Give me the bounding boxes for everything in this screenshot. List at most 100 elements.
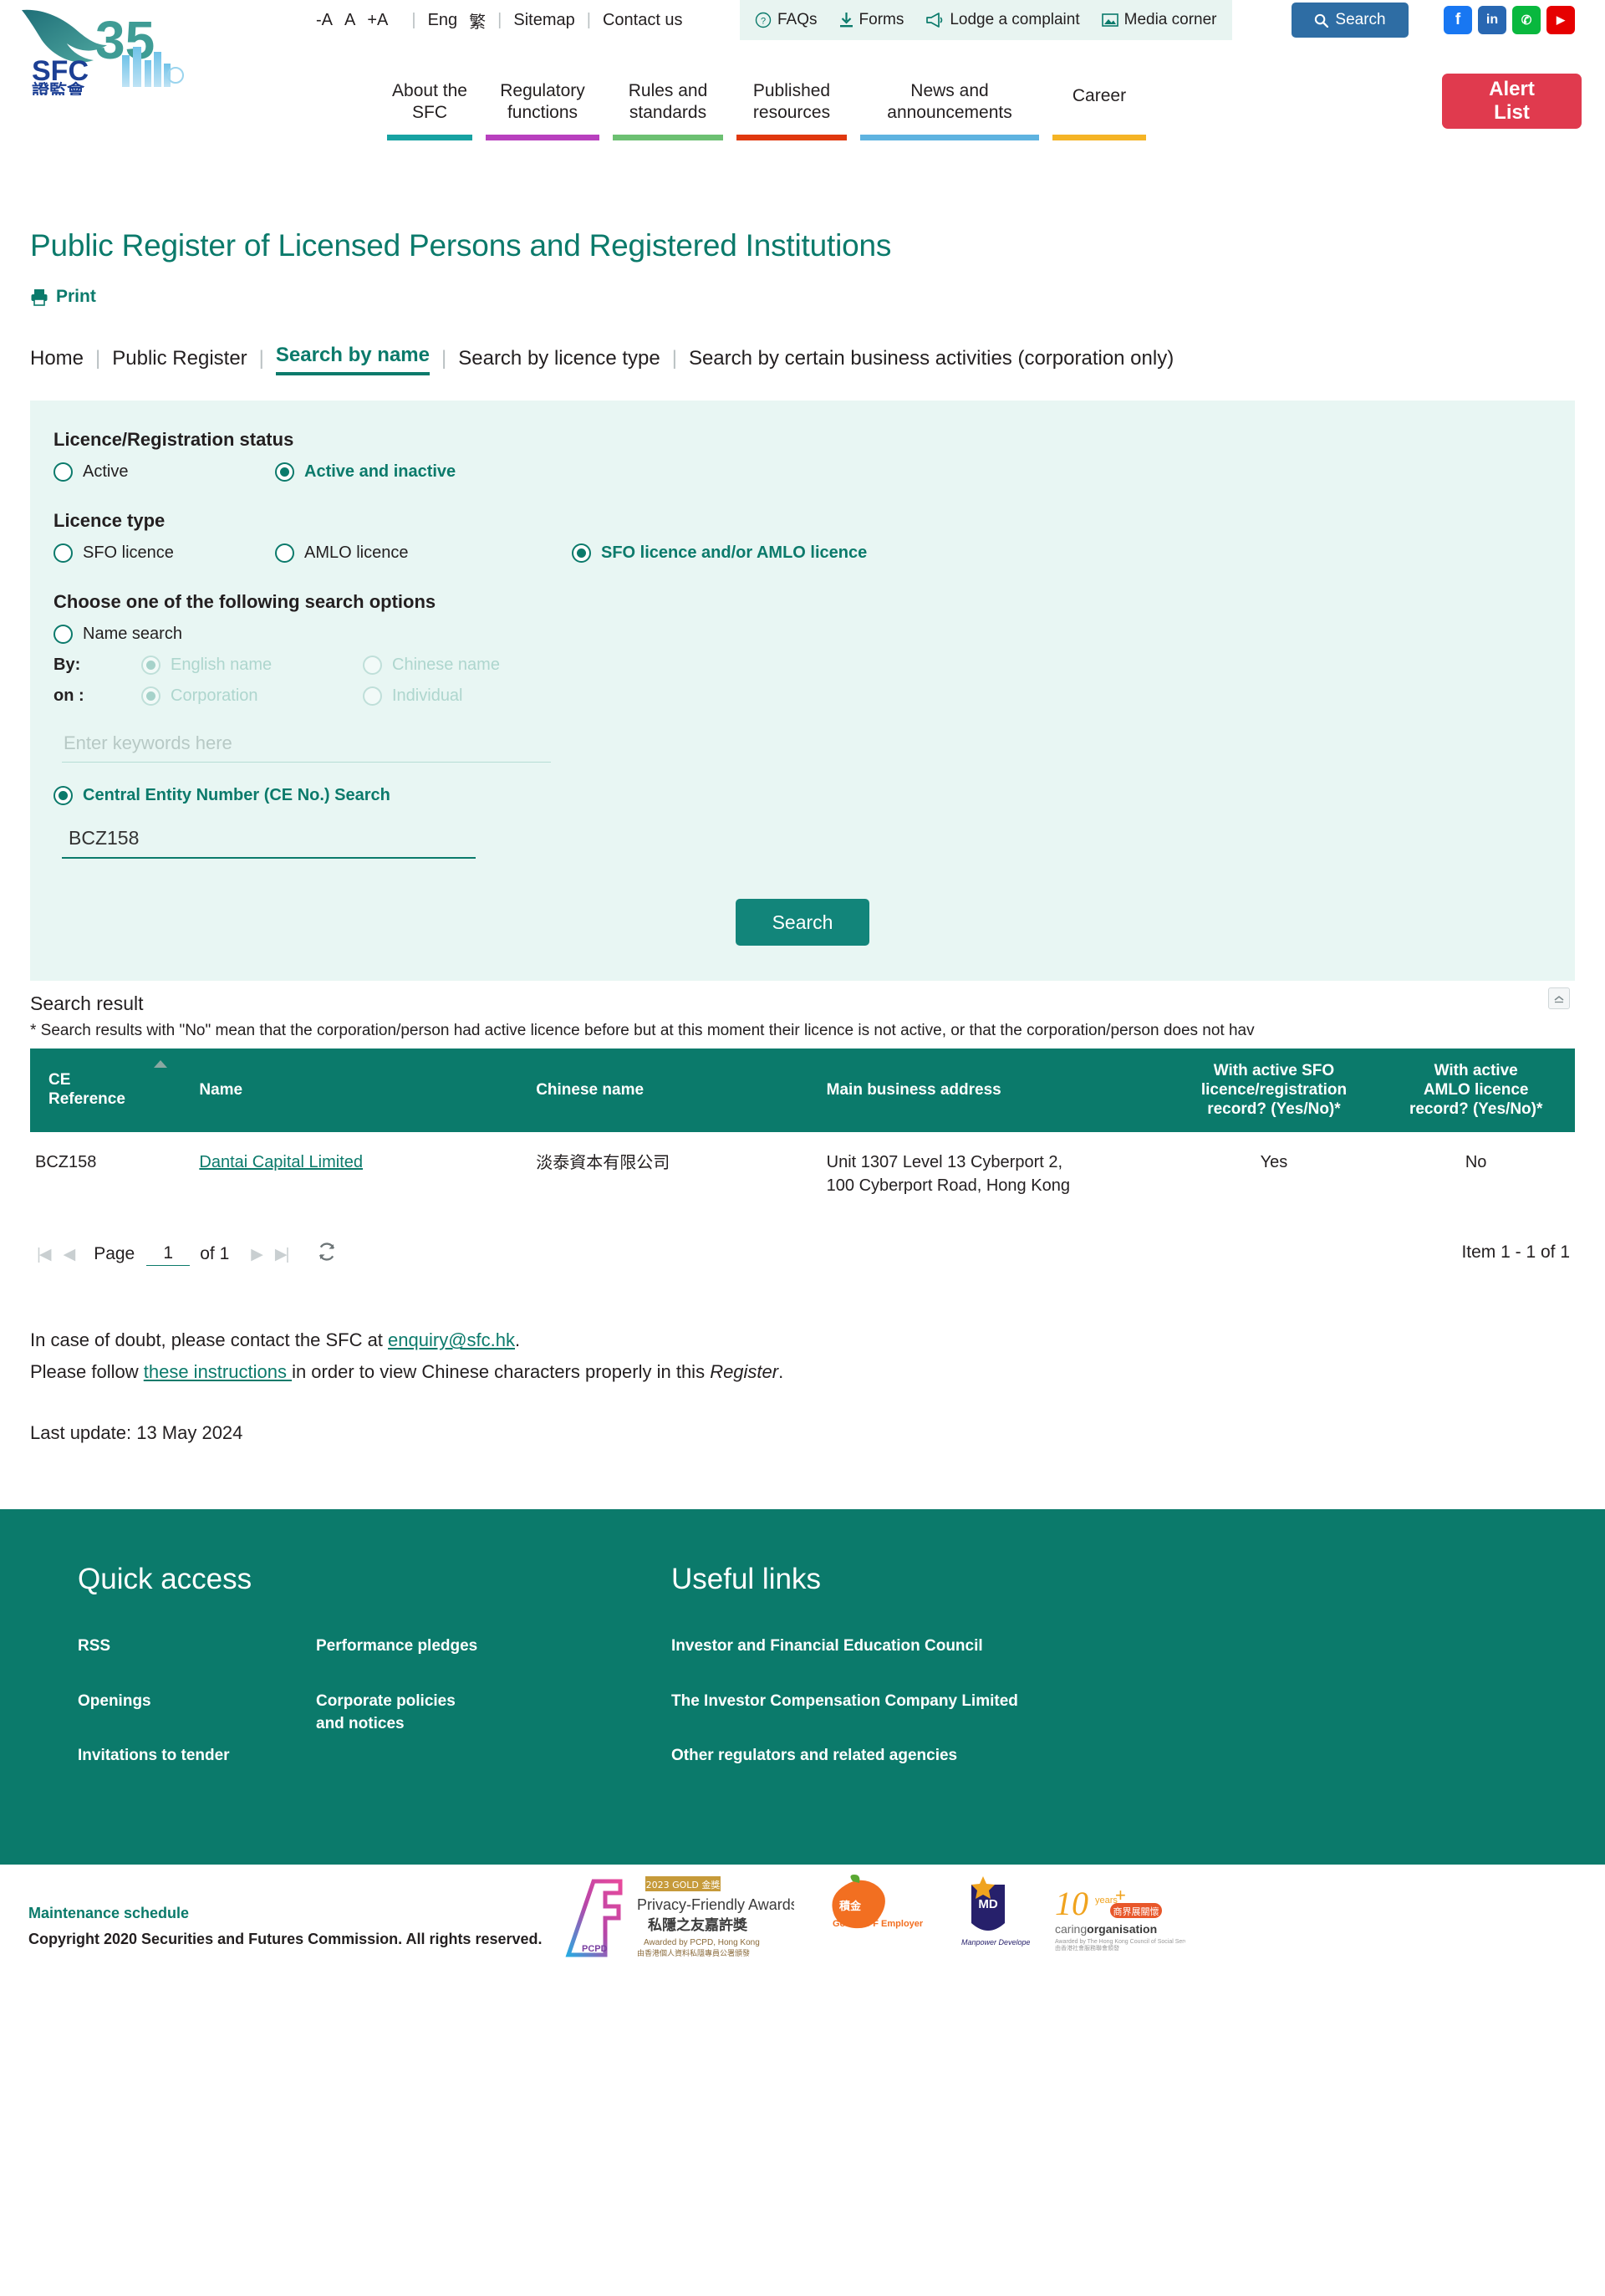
cell-name: Dantai Capital Limited: [194, 1132, 531, 1216]
caring-organisation-logo: 10 years + 商界展關懷 caringorganisation Awar…: [1052, 1875, 1195, 1958]
header-line3: record? (Yes/No)*: [1207, 1100, 1341, 1118]
lang-english[interactable]: Eng: [428, 11, 458, 30]
column-header-ce-reference[interactable]: CE Reference: [30, 1049, 195, 1133]
print-button[interactable]: Print: [30, 287, 96, 307]
search-options-heading: Choose one of the following search optio…: [54, 591, 436, 612]
column-header-name[interactable]: Name: [194, 1049, 532, 1133]
footer-link-other-regulators[interactable]: Other regulators and related agencies: [671, 1744, 1031, 1768]
award-logos: PCPD 2023 GOLD 金獎 Privacy-Friendly Award…: [543, 1874, 1195, 1971]
search-submit-button[interactable]: Search: [736, 899, 869, 946]
maintenance-schedule-link[interactable]: Maintenance schedule: [28, 1905, 189, 1921]
header-line1: With active SFO: [1213, 1062, 1335, 1079]
instructions-line: Please follow these instructions in orde…: [30, 1356, 1575, 1387]
faqs-link[interactable]: ? FAQs: [755, 11, 818, 29]
forms-link[interactable]: Forms: [839, 11, 904, 29]
useful-links-column: Investor and Financial Education Council…: [671, 1635, 1031, 1768]
results-table-head: CE Reference Name Chinese name Main busi…: [30, 1049, 1575, 1133]
page-number-input[interactable]: [146, 1242, 191, 1267]
column-header-chinese-name[interactable]: Chinese name: [531, 1049, 822, 1133]
first-page-button[interactable]: |◀: [30, 1245, 57, 1264]
header-line1: With active: [1434, 1062, 1518, 1079]
name-search-group: Name search: [54, 625, 1552, 644]
enquiry-email-link[interactable]: enquiry@sfc.hk: [388, 1329, 515, 1350]
footer-link-rss[interactable]: RSS: [78, 1635, 316, 1658]
contact-us-link[interactable]: Contact us: [603, 11, 683, 30]
image-icon: [1101, 12, 1118, 28]
radio-type-sfo-and-or-amlo[interactable]: SFO licence and/or AMLO licence: [572, 543, 867, 563]
font-size-small[interactable]: -A: [316, 11, 333, 30]
svg-text:Awarded by PCPD, Hong Kong: Awarded by PCPD, Hong Kong: [644, 1938, 760, 1947]
next-page-button[interactable]: ▶: [244, 1245, 268, 1264]
header-line3: record? (Yes/No)*: [1409, 1100, 1543, 1118]
name-search-by-row: By: English name Chinese name: [54, 656, 1552, 675]
radio-type-sfo[interactable]: SFO licence: [54, 543, 275, 563]
radio-status-active[interactable]: Active: [54, 462, 275, 482]
previous-page-button[interactable]: ◀: [57, 1245, 81, 1264]
header-search-button[interactable]: Search: [1292, 3, 1409, 38]
table-row: BCZ158 Dantai Capital Limited 淡泰資本有限公司 U…: [30, 1132, 1575, 1216]
page-root: SFC 證監會 35 -A A +A | Eng 繁 | Sitemap | C…: [0, 0, 1605, 2007]
radio-on-individual[interactable]: Individual: [363, 686, 463, 706]
lodge-complaint-link[interactable]: Lodge a complaint: [925, 11, 1080, 29]
font-size-large[interactable]: +A: [367, 11, 388, 30]
item-count-label: Item 1 - 1 of 1: [1461, 1242, 1570, 1263]
radio-ce-number-search[interactable]: Central Entity Number (CE No.) Search: [54, 786, 390, 805]
utility-links: -A A +A | Eng 繁 | Sitemap | Contact us: [316, 0, 683, 40]
last-page-button[interactable]: ▶|: [268, 1245, 295, 1264]
tab-search-by-business-activities[interactable]: Search by certain business activities (c…: [689, 347, 1174, 375]
instr-text-pre: Please follow: [30, 1360, 144, 1382]
column-header-main-business-address[interactable]: Main business address: [821, 1049, 1171, 1133]
doubt-period: .: [515, 1329, 521, 1351]
on-label: on :: [54, 686, 84, 705]
footer-link-corporate-policies-and-notices[interactable]: Corporate policies and notices: [316, 1690, 471, 1736]
radio-label: SFO licence: [83, 543, 174, 562]
faqs-label: FAQs: [777, 11, 818, 28]
header-line2: licence/registration: [1200, 1080, 1348, 1099]
tab-search-by-licence-type[interactable]: Search by licence type: [458, 347, 660, 375]
column-header-active-amlo-record[interactable]: With active AMLO licence record? (Yes/No…: [1377, 1049, 1575, 1133]
font-size-normal[interactable]: A: [344, 11, 355, 30]
radio-dot: [54, 625, 73, 644]
radio-type-amlo[interactable]: AMLO licence: [275, 543, 572, 563]
entity-name-link[interactable]: Dantai Capital Limited: [199, 1153, 363, 1171]
svg-text:Good MPF Employer: Good MPF Employer: [833, 1919, 924, 1929]
radio-status-active-and-inactive[interactable]: Active and inactive: [275, 462, 456, 482]
footer-link-investor-compensation-company[interactable]: The Investor Compensation Company Limite…: [671, 1690, 1031, 1713]
radio-dot: [572, 543, 591, 563]
radio-dot: [141, 656, 160, 675]
ce-search-group: Central Entity Number (CE No.) Search: [54, 786, 1552, 805]
ce-number-input[interactable]: [62, 824, 476, 859]
radio-label: English name: [171, 656, 273, 674]
radio-label: Individual: [392, 686, 463, 705]
these-instructions-link[interactable]: these instructions: [144, 1361, 292, 1382]
radio-on-corporation[interactable]: Corporation: [141, 686, 363, 706]
footer-link-performance-pledges[interactable]: Performance pledges: [316, 1635, 554, 1658]
footer-link-investor-education-council[interactable]: Investor and Financial Education Council: [671, 1635, 1031, 1658]
wechat-icon[interactable]: ✆: [1512, 6, 1541, 34]
tab-search-by-name[interactable]: Search by name: [275, 344, 430, 375]
svg-text:Privacy-Friendly Awards: Privacy-Friendly Awards: [637, 1896, 794, 1913]
collapse-toggle-button[interactable]: [1548, 987, 1570, 1009]
radio-name-search[interactable]: Name search: [54, 625, 182, 644]
divider: |: [411, 10, 416, 29]
tab-public-register[interactable]: Public Register: [112, 347, 247, 375]
youtube-icon[interactable]: ▶: [1546, 6, 1575, 34]
search-result-title: Search result: [30, 992, 144, 1014]
lodge-complaint-label: Lodge a complaint: [950, 11, 1080, 28]
keyword-input[interactable]: [62, 729, 551, 763]
column-header-active-sfo-record[interactable]: With active SFO licence/registration rec…: [1170, 1049, 1378, 1133]
lang-traditional-chinese[interactable]: 繁: [469, 8, 486, 33]
sitemap-link[interactable]: Sitemap: [513, 11, 574, 30]
footer-link-invitations-to-tender[interactable]: Invitations to tender: [78, 1744, 316, 1768]
radio-dot: [54, 462, 73, 482]
footer-link-openings[interactable]: Openings: [78, 1690, 316, 1713]
linkedin-icon[interactable]: in: [1478, 6, 1506, 34]
radio-by-english-name[interactable]: English name: [141, 656, 363, 675]
media-corner-link[interactable]: Media corner: [1101, 11, 1217, 29]
tab-home[interactable]: Home: [30, 347, 84, 375]
quick-access-columns: RSS Openings Invitations to tender Perfo…: [78, 1635, 671, 1799]
radio-dot: [141, 686, 160, 706]
refresh-button[interactable]: [316, 1241, 338, 1268]
facebook-icon[interactable]: f: [1444, 6, 1472, 34]
radio-by-chinese-name[interactable]: Chinese name: [363, 656, 500, 675]
